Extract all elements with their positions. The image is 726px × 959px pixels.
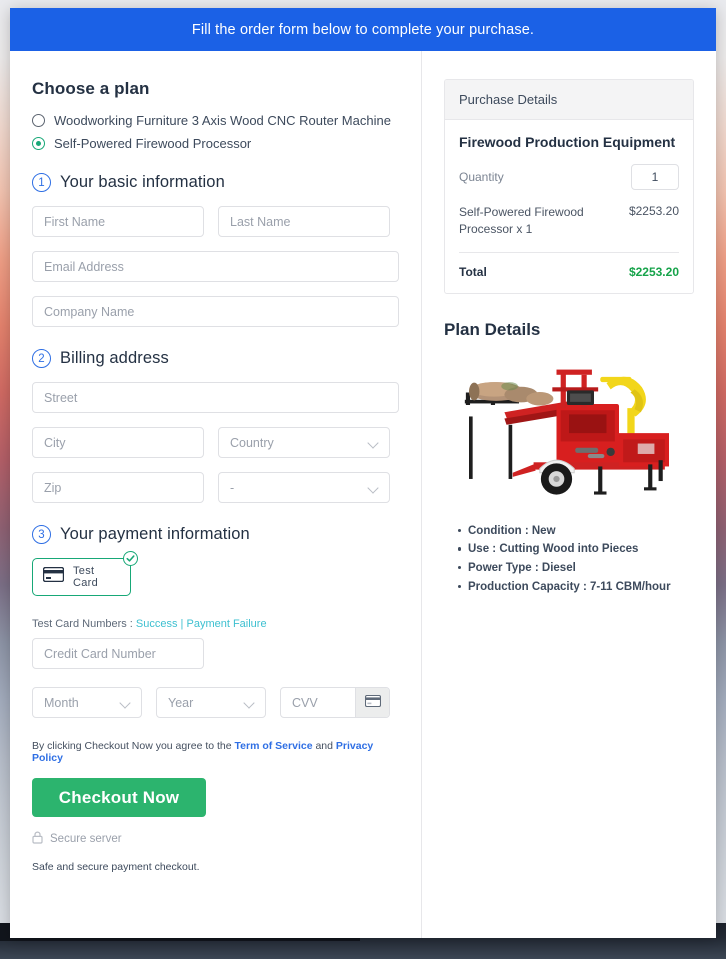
country-select[interactable]: Country — [218, 427, 390, 458]
purchase-details-card: Purchase Details Firewood Production Equ… — [444, 79, 694, 294]
credit-card-icon — [364, 694, 381, 712]
country-value: Country — [230, 435, 274, 450]
order-form-column: Choose a plan Woodworking Furniture 3 Ax… — [10, 51, 422, 938]
name-row: First Name Last Name — [32, 206, 399, 237]
email-placeholder: Email Address — [44, 259, 124, 274]
safe-checkout-note: Safe and secure payment checkout. — [32, 861, 200, 873]
line-item-row: Self-Powered Firewood Processor x 1 $225… — [459, 204, 679, 253]
terms-of-service-link[interactable]: Term of Service — [235, 740, 313, 752]
credit-card-number-placeholder: Credit Card Number — [44, 646, 156, 661]
payment-method-label: Test Card — [73, 565, 99, 589]
expiry-year-value: Year — [168, 695, 194, 710]
expiry-year-select[interactable]: Year — [156, 687, 266, 718]
plan-option-firewood-processor[interactable]: Self-Powered Firewood Processor — [32, 136, 399, 151]
payment-failure-test-card-link[interactable]: Payment Failure — [186, 618, 266, 630]
zip-state-row: Zip - — [32, 472, 399, 503]
secure-server-label: Secure server — [50, 833, 122, 845]
plan-option-label: Woodworking Furniture 3 Axis Wood CNC Ro… — [54, 113, 391, 128]
radio-icon[interactable] — [32, 114, 45, 127]
step-header-billing-address: 2 Billing address — [32, 349, 399, 368]
street-row: Street — [32, 382, 399, 413]
checkout-now-button[interactable]: Checkout Now — [32, 778, 206, 817]
feature-item: Condition : New — [458, 522, 694, 541]
choose-plan-heading: Choose a plan — [32, 79, 150, 98]
feature-item: Use : Cutting Wood into Pieces — [458, 540, 694, 559]
checkout-modal: Fill the order form below to complete yo… — [10, 8, 716, 938]
quantity-row: Quantity 1 — [459, 164, 679, 190]
success-test-card-link[interactable]: Success — [136, 618, 178, 630]
test-card-numbers-label: Test Card Numbers : — [32, 618, 136, 630]
first-name-field[interactable]: First Name — [32, 206, 204, 237]
city-field[interactable]: City — [32, 427, 204, 458]
agreement-middle: and — [312, 740, 336, 752]
email-field[interactable]: Email Address — [32, 251, 399, 282]
step-header-basic-information: 1 Your basic information — [32, 173, 399, 192]
last-name-field[interactable]: Last Name — [218, 206, 390, 237]
banner-message: Fill the order form below to complete yo… — [191, 21, 535, 38]
plan-radio-group[interactable]: Woodworking Furniture 3 Axis Wood CNC Ro… — [32, 113, 399, 151]
feature-item: Production Capacity : 7-11 CBM/hour — [458, 578, 694, 597]
step-title: Your basic information — [60, 173, 225, 191]
plan-details-heading: Plan Details — [444, 319, 541, 339]
step-number-badge: 2 — [32, 349, 51, 368]
secure-server-row: Secure server — [32, 831, 399, 847]
city-placeholder: City — [44, 435, 66, 450]
line-item-price: $2253.20 — [628, 204, 679, 218]
banner: Fill the order form below to complete yo… — [10, 8, 716, 51]
company-name-field[interactable]: Company Name — [32, 296, 399, 327]
total-row: Total $2253.20 — [459, 253, 679, 279]
quantity-label: Quantity — [459, 170, 504, 184]
plan-option-cnc-router[interactable]: Woodworking Furniture 3 Axis Wood CNC Ro… — [32, 113, 399, 128]
company-row: Company Name — [32, 296, 399, 327]
credit-card-icon — [42, 566, 65, 587]
total-label: Total — [459, 264, 487, 279]
plan-feature-list: Condition : New Use : Cutting Wood into … — [444, 522, 694, 597]
state-value: - — [230, 480, 235, 495]
total-value: $2253.20 — [628, 264, 679, 279]
test-card-numbers-hint: Test Card Numbers : Success | Payment Fa… — [32, 618, 399, 630]
product-title: Firewood Production Equipment — [459, 134, 676, 150]
plan-option-label: Self-Powered Firewood Processor — [54, 136, 252, 151]
step-title: Your payment information — [60, 525, 250, 543]
step-title: Billing address — [60, 349, 169, 367]
step-header-payment-information: 3 Your payment information — [32, 525, 399, 544]
street-placeholder: Street — [44, 390, 78, 405]
cvv-placeholder: CVV — [292, 695, 318, 710]
lock-icon — [32, 831, 43, 847]
radio-checked-icon[interactable] — [32, 137, 45, 150]
expiry-cvv-row: Month Year CVV — [32, 687, 399, 718]
line-item-name: Self-Powered Firewood Processor x 1 — [459, 205, 584, 237]
expiry-month-value: Month — [44, 695, 79, 710]
city-country-row: City Country — [32, 427, 399, 458]
cvv-group: CVV — [280, 687, 390, 718]
purchase-details-header: Purchase Details — [445, 80, 693, 120]
last-name-placeholder: Last Name — [230, 214, 291, 229]
product-image — [444, 351, 694, 508]
modal-body: Choose a plan Woodworking Furniture 3 Ax… — [10, 51, 716, 938]
agreement-text: By clicking Checkout Now you agree to th… — [32, 740, 399, 764]
card-number-row: Credit Card Number — [32, 638, 399, 669]
expiry-month-select[interactable]: Month — [32, 687, 142, 718]
quantity-input[interactable]: 1 — [631, 164, 679, 190]
step-number-badge: 3 — [32, 525, 51, 544]
zip-placeholder: Zip — [44, 480, 62, 495]
state-select[interactable]: - — [218, 472, 390, 503]
zip-field[interactable]: Zip — [32, 472, 204, 503]
cvv-help-button[interactable] — [355, 688, 389, 717]
street-field[interactable]: Street — [32, 382, 399, 413]
cvv-field[interactable]: CVV — [281, 688, 355, 717]
purchase-details-body: Firewood Production Equipment Quantity 1… — [445, 120, 693, 293]
credit-card-number-field[interactable]: Credit Card Number — [32, 638, 204, 669]
first-name-placeholder: First Name — [44, 214, 106, 229]
agreement-prefix: By clicking Checkout Now you agree to th… — [32, 740, 235, 752]
summary-column: Purchase Details Firewood Production Equ… — [422, 51, 716, 938]
step-number-badge: 1 — [32, 173, 51, 192]
test-card-payment-method-tile[interactable]: Test Card — [32, 551, 138, 596]
check-circle-icon — [123, 551, 138, 566]
feature-item: Power Type : Diesel — [458, 559, 694, 578]
company-placeholder: Company Name — [44, 304, 135, 319]
email-row: Email Address — [32, 251, 399, 282]
